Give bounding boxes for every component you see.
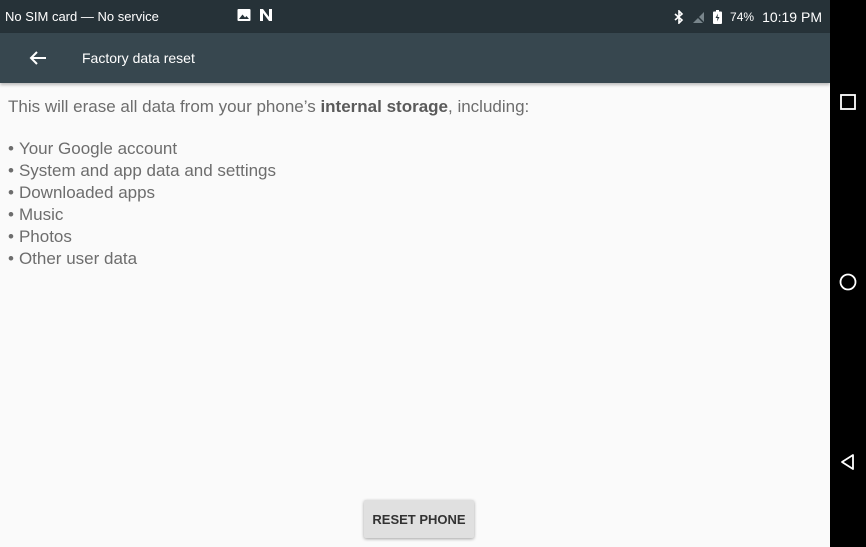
intro-text: This will erase all data from your phone… — [8, 96, 820, 118]
system-status-icons: 74% 10:19 PM — [674, 9, 822, 25]
no-signal-icon — [692, 10, 705, 24]
page-title: Factory data reset — [82, 50, 195, 66]
clock: 10:19 PM — [762, 9, 822, 25]
list-item: System and app data and settings — [8, 160, 820, 182]
erased-items-list: Your Google account System and app data … — [8, 138, 820, 270]
bluetooth-icon — [674, 10, 684, 24]
list-item: Photos — [8, 226, 820, 248]
home-icon[interactable] — [838, 272, 858, 292]
battery-icon — [713, 10, 723, 24]
list-item: Music — [8, 204, 820, 226]
screen: No SIM card — No service 74% 10:19 PM Fa… — [0, 0, 830, 547]
list-item: Other user data — [8, 248, 820, 270]
reset-phone-button[interactable]: RESET PHONE — [364, 500, 474, 538]
list-item: Your Google account — [8, 138, 820, 160]
n-notification-icon — [260, 9, 272, 21]
list-item: Downloaded apps — [8, 182, 820, 204]
intro-prefix: This will erase all data from your phone… — [8, 97, 321, 116]
recents-icon[interactable] — [838, 92, 858, 112]
navigation-bar — [830, 0, 866, 547]
reset-description: This will erase all data from your phone… — [8, 96, 820, 270]
back-icon[interactable] — [838, 452, 858, 472]
app-toolbar: Factory data reset — [0, 33, 830, 83]
status-bar: No SIM card — No service 74% 10:19 PM — [0, 0, 830, 33]
notification-icons — [237, 8, 273, 22]
carrier-status-text: No SIM card — No service — [5, 9, 159, 24]
arrow-back-icon[interactable] — [28, 48, 48, 68]
battery-percent: 74% — [730, 10, 755, 24]
intro-bold: internal storage — [320, 97, 448, 116]
intro-suffix: , including: — [448, 97, 530, 116]
image-notification-icon — [237, 9, 251, 21]
